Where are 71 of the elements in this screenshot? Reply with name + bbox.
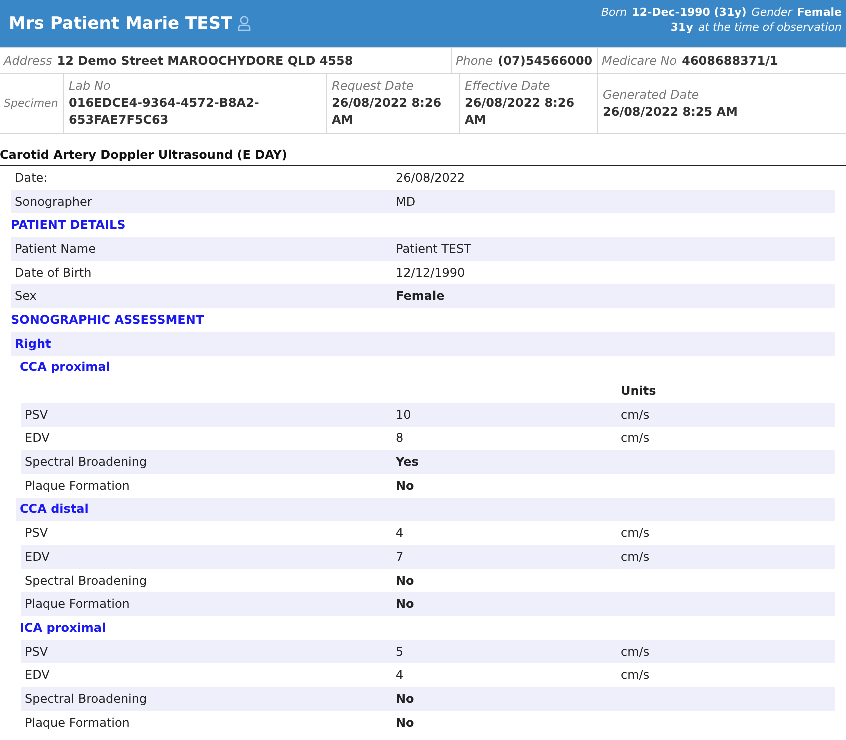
- field-value: 26/08/2022: [396, 170, 466, 185]
- phone-label: Phone: [456, 54, 494, 68]
- field-value: 10: [396, 408, 412, 422]
- birth-date: 12-Dec-1990 (31y): [632, 4, 747, 20]
- units-value: cm/s: [621, 644, 650, 659]
- phone-value: (07)54566000: [498, 54, 593, 68]
- field-label: EDV: [25, 550, 51, 564]
- field-value: Patient TEST: [396, 242, 472, 256]
- medicare-value: 4608688371/1: [682, 54, 778, 68]
- field-label: PSV: [25, 526, 50, 540]
- patient-name: Mrs Patient Marie TEST: [9, 14, 233, 34]
- field-value: 4: [396, 668, 405, 682]
- group-heading: CCA distal: [20, 502, 89, 516]
- field-label: Spectral Broadening: [25, 574, 148, 588]
- field-label: Date of Birth: [15, 266, 93, 280]
- field-label: PSV: [25, 644, 50, 659]
- field-value: No: [396, 716, 416, 730]
- address-label: Address: [4, 54, 52, 68]
- field-value: No: [396, 478, 416, 493]
- field-label: PSV: [25, 408, 50, 422]
- info-label: Lab No: [69, 78, 111, 95]
- group-heading: ICA proximal: [20, 620, 106, 635]
- info-value: 26/08/2022 8:25 AM: [603, 104, 738, 120]
- info-label: Generated Date: [603, 86, 700, 104]
- info-label: Request Date: [332, 78, 414, 95]
- gender-value: Female: [797, 4, 842, 20]
- info-label: Effective Date: [465, 78, 550, 95]
- field-value: No: [396, 574, 416, 588]
- field-label: Plaque Formation: [25, 597, 131, 612]
- field-label: EDV: [25, 431, 51, 446]
- units-heading: Units: [621, 384, 656, 398]
- field-value: Yes: [396, 455, 420, 470]
- section-heading: PATIENT DETAILS: [11, 218, 126, 232]
- group-heading: CCA proximal: [20, 360, 110, 374]
- units-value: cm/s: [621, 408, 650, 422]
- field-label: Spectral Broadening: [25, 455, 148, 470]
- report-title: Carotid Artery Doppler Ultrasound (E DAY): [0, 134, 846, 166]
- gender-label: Gender: [752, 4, 792, 20]
- info-value: 26/08/2022 8:26 AM: [332, 95, 443, 129]
- born-label: Born: [601, 4, 628, 20]
- field-value: 8: [396, 431, 405, 446]
- field-value: Female: [396, 289, 446, 304]
- field-label: Patient Name: [15, 242, 97, 256]
- group-heading: Right: [15, 336, 52, 351]
- person-icon: [238, 16, 251, 31]
- age-note: at the time of observation: [698, 20, 842, 34]
- info-value: 26/08/2022 8:26 AM: [465, 95, 576, 129]
- units-value: cm/s: [621, 550, 650, 564]
- field-label: Sex: [15, 289, 38, 304]
- info-value: 016EDCE4-9364-4572-B8A2-653FAE7F5C63: [69, 95, 260, 129]
- units-value: cm/s: [621, 526, 650, 540]
- field-label: EDV: [25, 668, 51, 682]
- field-value: No: [396, 692, 416, 706]
- field-value: No: [396, 597, 416, 612]
- field-label: Plaque Formation: [25, 478, 131, 493]
- medicare-label: Medicare No: [602, 54, 678, 68]
- units-value: cm/s: [621, 431, 650, 446]
- field-label: Plaque Formation: [25, 716, 131, 730]
- field-value: 7: [396, 550, 405, 564]
- field-value: 12/12/1990: [396, 266, 466, 280]
- field-value: MD: [396, 194, 417, 209]
- units-value: cm/s: [621, 668, 650, 682]
- field-value: 4: [396, 526, 405, 540]
- section-heading: SONOGRAPHIC ASSESSMENT: [11, 312, 204, 327]
- age-value: 31y: [670, 20, 694, 34]
- specimen-label: Specimen: [4, 97, 58, 110]
- field-label: Spectral Broadening: [25, 692, 148, 706]
- field-label: Date:: [15, 170, 49, 185]
- address-value: 12 Demo Street MAROOCHYDORE QLD 4558: [57, 54, 354, 68]
- field-value: 5: [396, 644, 405, 659]
- field-label: Sonographer: [15, 194, 94, 209]
